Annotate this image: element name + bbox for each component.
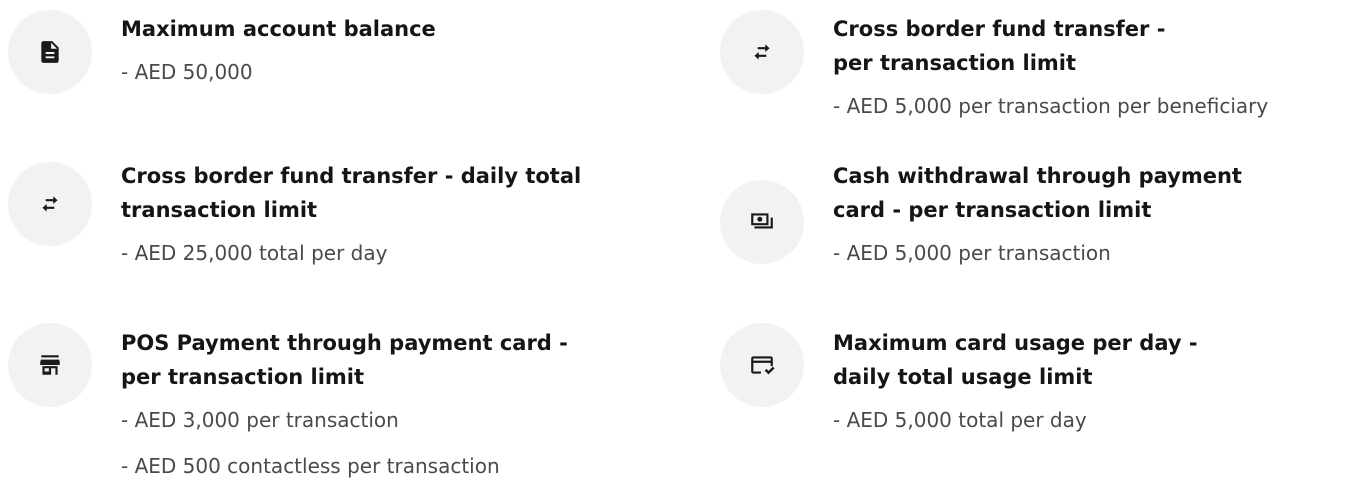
limit-item-text: Cross border fund transfer - per transac… (833, 12, 1369, 121)
limit-title: Cash withdrawal through payment card - p… (833, 159, 1369, 227)
limit-title-line: Cross border fund transfer - (833, 17, 1166, 41)
limit-detail: - AED 25,000 total per day (121, 241, 388, 265)
limit-detail: - AED 50,000 (121, 60, 253, 84)
limit-title: Cross border fund transfer - daily total… (121, 159, 661, 227)
limit-title: Maximum account balance (121, 12, 661, 46)
limit-title-line: Cross border fund transfer - daily total (121, 164, 582, 188)
limit-title-line: per transaction limit (833, 51, 1077, 75)
document-icon (8, 10, 92, 94)
limit-title-line: Maximum account balance (121, 17, 436, 41)
limit-detail: - AED 5,000 per transaction (833, 241, 1111, 265)
limit-detail: - AED 500 contactless per transaction (121, 454, 500, 478)
limit-title-line: Maximum card usage per day - (833, 331, 1198, 355)
limit-detail: - AED 3,000 per transaction (121, 408, 399, 432)
limit-detail: - AED 5,000 total per day (833, 408, 1087, 432)
storefront-icon (8, 323, 92, 407)
limit-title-line: per transaction limit (121, 365, 365, 389)
limit-item-text: Maximum card usage per day - daily total… (833, 326, 1369, 435)
limit-title-line: transaction limit (121, 198, 318, 222)
limit-title: Cross border fund transfer - per transac… (833, 12, 1369, 80)
limit-item-text: Cash withdrawal through payment card - p… (833, 159, 1369, 268)
transfer-arrows-icon (720, 10, 804, 94)
limit-item-text: POS Payment through payment card - per t… (121, 326, 661, 481)
limit-title-line: daily total usage limit (833, 365, 1093, 389)
limit-item-text: Maximum account balance - AED 50,000 (121, 12, 661, 87)
limit-title: POS Payment through payment card - per t… (121, 326, 661, 394)
cash-icon (720, 180, 804, 264)
limit-title-line: card - per transaction limit (833, 198, 1152, 222)
limit-title-line: Cash withdrawal through payment (833, 164, 1242, 188)
credit-card-check-icon (720, 323, 804, 407)
limit-title: Maximum card usage per day - daily total… (833, 326, 1369, 394)
limit-item-text: Cross border fund transfer - daily total… (121, 159, 661, 268)
limit-detail: - AED 5,000 per transaction per benefici… (833, 94, 1269, 118)
limit-title-line: POS Payment through payment card - (121, 331, 568, 355)
transfer-arrows-icon (8, 162, 92, 246)
